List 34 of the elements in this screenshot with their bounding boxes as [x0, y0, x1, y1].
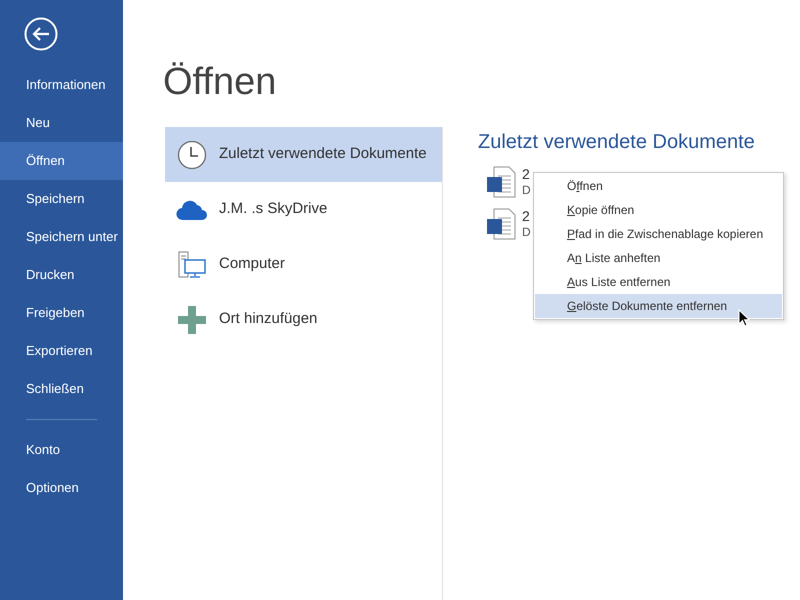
computer-icon	[177, 250, 207, 280]
menu-item[interactable]: Öffnen	[535, 174, 782, 198]
menu-item[interactable]: Kopie öffnen	[535, 198, 782, 222]
nav-item[interactable]: Exportieren	[0, 332, 123, 370]
place-item[interactable]: Zuletzt verwendete Dokumente	[165, 127, 442, 182]
clock-icon	[177, 140, 207, 170]
nav-item[interactable]: Optionen	[0, 469, 123, 507]
menu-item[interactable]: Gelöste Dokumente entfernen	[535, 294, 782, 318]
page-title: Öffnen	[163, 60, 276, 105]
nav-item[interactable]: Freigeben	[0, 294, 123, 332]
plus-icon	[178, 306, 206, 334]
menu-item[interactable]: Pfad in die Zwischenablage kopieren	[535, 222, 782, 246]
nav-item[interactable]: Informationen	[0, 66, 123, 104]
menu-item[interactable]: An Liste anheften	[535, 246, 782, 270]
back-icon[interactable]	[24, 17, 58, 51]
nav-item[interactable]: Konto	[0, 431, 123, 469]
nav-item[interactable]: Neu	[0, 104, 123, 142]
nav-item[interactable]: Speichern	[0, 180, 123, 218]
nav-item[interactable]: Schließen	[0, 370, 123, 408]
word-document-icon	[486, 166, 516, 198]
document-name[interactable]: 2	[522, 166, 531, 182]
place-item[interactable]: J.M. .s SkyDrive	[165, 182, 442, 237]
section-heading: Zuletzt verwendete Dokumente	[478, 130, 755, 155]
menu-item[interactable]: Aus Liste entfernen	[535, 270, 782, 294]
document-path: D	[522, 224, 531, 240]
document-path: D	[522, 182, 531, 198]
word-document-icon	[486, 208, 516, 240]
place-item[interactable]: Ort hinzufügen	[165, 292, 442, 347]
place-item[interactable]: Computer	[165, 237, 442, 292]
nav-item[interactable]: Öffnen	[0, 142, 123, 180]
document-name[interactable]: 2	[522, 208, 531, 224]
cloud-icon	[176, 198, 208, 220]
nav-item[interactable]: Drucken	[0, 256, 123, 294]
nav-item[interactable]: Speichern unter	[0, 218, 123, 256]
